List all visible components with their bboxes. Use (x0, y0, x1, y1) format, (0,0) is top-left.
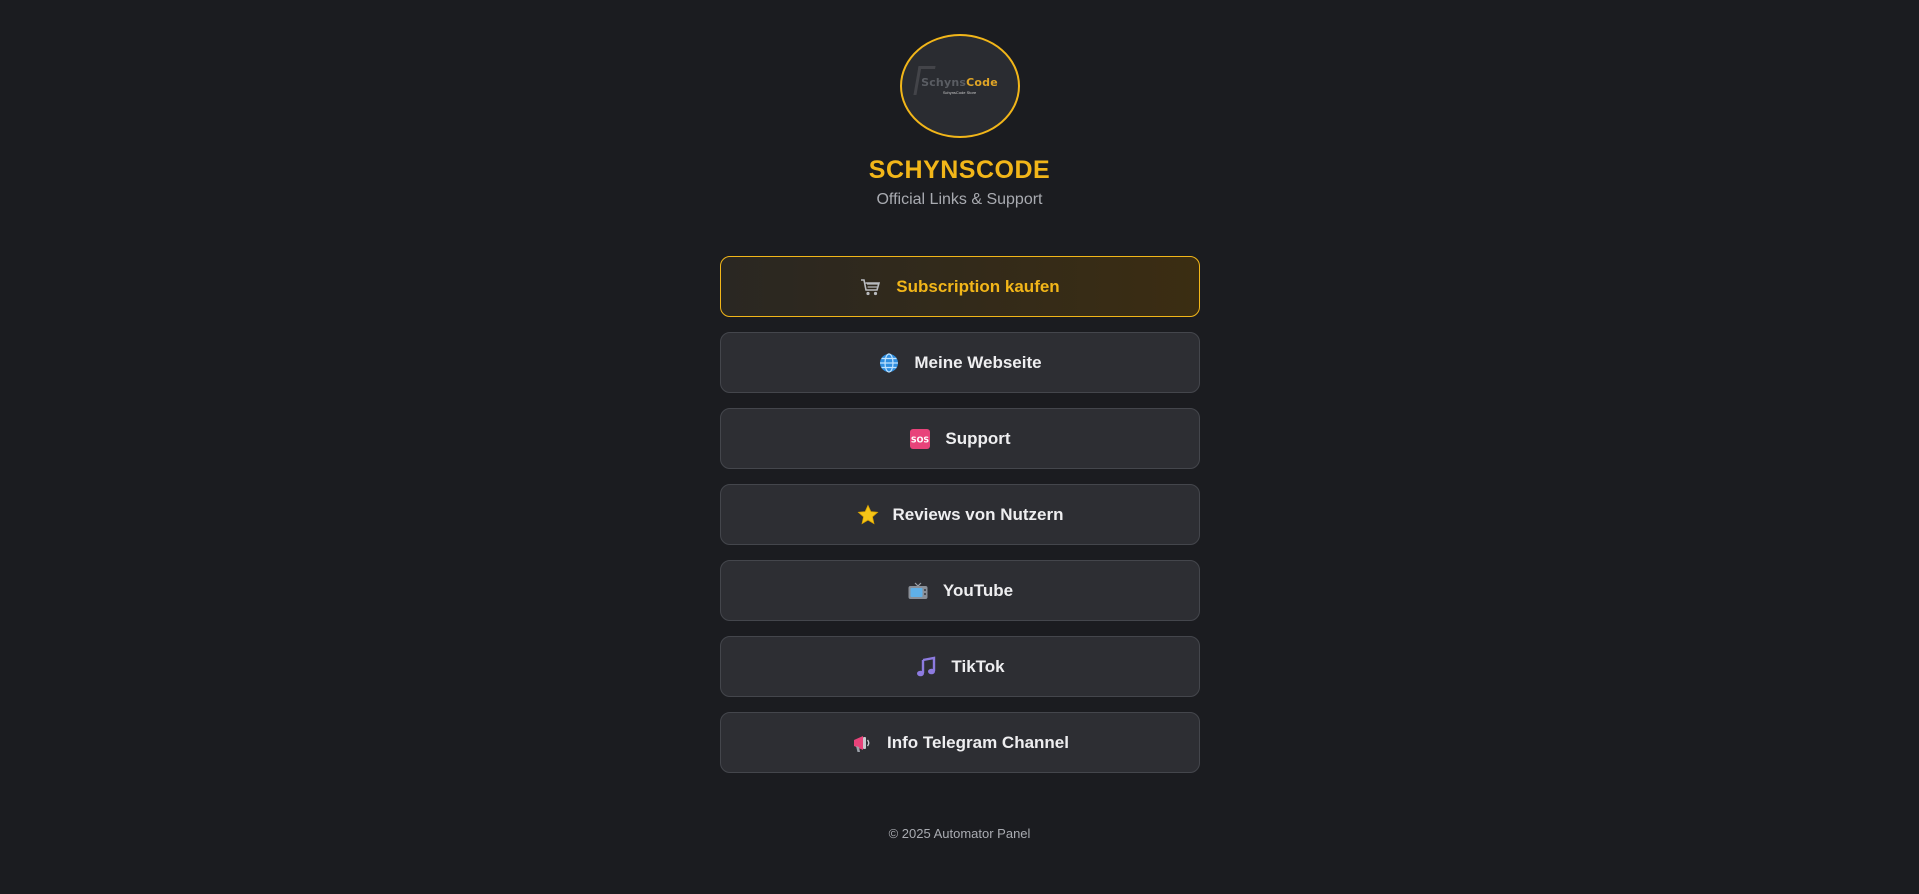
logo-wordmark-part2: Code (966, 76, 998, 89)
shopping-cart-icon (860, 276, 882, 298)
subscription-button[interactable]: Subscription kaufen (720, 256, 1200, 317)
globe-icon (878, 352, 900, 374)
star-icon (857, 504, 879, 526)
telegram-button-label: Info Telegram Channel (887, 732, 1069, 752)
support-button-label: Support (945, 428, 1011, 448)
reviews-button-label: Reviews von Nutzern (892, 504, 1064, 524)
footer-copyright: © 2025 Automator Panel (888, 826, 1031, 841)
megaphone-icon (851, 732, 873, 754)
website-button[interactable]: Meine Webseite (720, 332, 1200, 393)
reviews-button[interactable]: Reviews von Nutzern (720, 484, 1200, 545)
music-note-icon (915, 656, 937, 678)
website-button-label: Meine Webseite (914, 352, 1042, 372)
logo-tagline: SchynsCode Store (942, 90, 977, 95)
page-title: SCHYNSCODE (868, 156, 1051, 184)
header: SchynsCode SchynsCode Store SCHYNSCODE O… (0, 34, 1919, 209)
svg-text:SOS: SOS (911, 435, 930, 444)
youtube-button-label: YouTube (942, 580, 1014, 600)
sos-icon: SOS (909, 428, 931, 450)
link-list: Subscription kaufen Meine Webseite SOS S… (720, 256, 1200, 788)
page: SchynsCode SchynsCode Store SCHYNSCODE O… (0, 0, 1919, 894)
telegram-button[interactable]: Info Telegram Channel (720, 712, 1200, 773)
youtube-button[interactable]: YouTube (720, 560, 1200, 621)
logo: SchynsCode SchynsCode Store (899, 34, 1020, 138)
television-icon (907, 580, 929, 602)
page-subtitle: Official Links & Support (876, 191, 1043, 208)
tiktok-button-label: TikTok (951, 656, 1005, 676)
support-button[interactable]: SOS Support (720, 408, 1200, 469)
tiktok-button[interactable]: TikTok (720, 636, 1200, 697)
subscription-button-label: Subscription kaufen (896, 276, 1060, 296)
